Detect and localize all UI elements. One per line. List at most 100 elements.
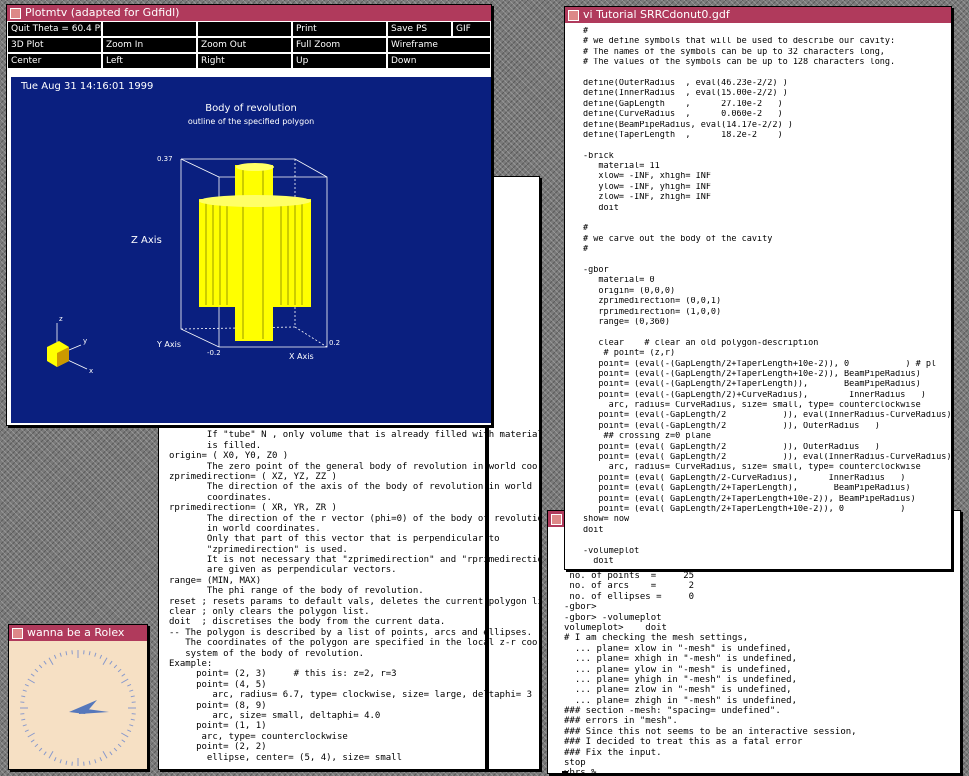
vi-line: point= (eval(-GapLength/2 )), eval(Inner… bbox=[583, 411, 951, 421]
clock-tick bbox=[22, 689, 27, 692]
quit-button[interactable]: Quit Theta = 60.4 Phi = 77.4 bbox=[7, 21, 102, 37]
center-button[interactable]: Center bbox=[7, 53, 102, 69]
help-line: "zprimedirection" is used. bbox=[169, 544, 348, 555]
vi-line bbox=[583, 141, 951, 151]
save-ps-button[interactable]: Save PS bbox=[387, 21, 452, 37]
clock-tick bbox=[27, 732, 35, 738]
help-line: doit ; discretises the body from the cur… bbox=[169, 617, 446, 628]
clock-tick bbox=[30, 739, 35, 743]
z-axis-label: Z Axis bbox=[131, 235, 162, 246]
clock-tick bbox=[43, 751, 47, 756]
left-button[interactable]: Left bbox=[102, 53, 197, 69]
clock-tick bbox=[88, 651, 91, 656]
clock-tick bbox=[48, 751, 54, 759]
right-terminal-titlebar[interactable] bbox=[548, 511, 564, 527]
help-line: range= (MIN, MAX) bbox=[169, 575, 262, 586]
clock-tick bbox=[121, 673, 126, 677]
clock-tick bbox=[30, 673, 35, 677]
vi-line: point= (eval( GapLength/2 )), eval(Inner… bbox=[583, 453, 951, 463]
clock-tick bbox=[102, 657, 108, 665]
vi-line: # The values of the symbols can be up to… bbox=[583, 58, 896, 68]
wireframe-button[interactable]: Wireframe bbox=[387, 37, 491, 53]
clock-tick bbox=[24, 729, 29, 733]
vi-line: define(OuterRadius , eval(46.23e-2/2) ) bbox=[583, 78, 788, 88]
clock-tick bbox=[34, 668, 39, 673]
down-button[interactable]: Down bbox=[387, 53, 491, 69]
vi-line: clear # clear an old polygon-description bbox=[583, 338, 819, 348]
vi-line: # The names of the symbols can be up to … bbox=[583, 47, 885, 57]
plotmtv-window: Plotmtv (adapted for Gdfidl) Quit Theta … bbox=[6, 4, 492, 426]
help-line: zprimedirection= ( XZ, YZ, ZZ ) bbox=[169, 471, 337, 482]
vi-line bbox=[583, 69, 951, 79]
help-line: system of the body of revolution. bbox=[169, 648, 365, 659]
up-button[interactable]: Up bbox=[292, 53, 387, 69]
vi-line: point= (eval(-GapLength/2 )), OuterRadiu… bbox=[583, 421, 880, 431]
close-icon[interactable] bbox=[551, 513, 562, 525]
help-terminal-text: NAME(s) If "tube" N , only volume that i… bbox=[165, 418, 539, 769]
vi-line: point= (eval( GapLength/2+TaperLength+10… bbox=[583, 494, 916, 504]
right-button[interactable]: Right bbox=[197, 53, 292, 69]
toolbar-row-3: Center Left Right Up Down bbox=[7, 53, 491, 69]
axis-triad: z y x bbox=[47, 315, 93, 375]
terminal-line: -gbor> -volumeplot bbox=[564, 612, 662, 623]
help-line: point= (2, 3) # this is: z=2, r=3 bbox=[169, 669, 397, 680]
clock-tick bbox=[102, 751, 108, 759]
zoom-out-button[interactable]: Zoom Out bbox=[197, 37, 292, 53]
triad-y: y bbox=[83, 337, 87, 345]
clock-tick bbox=[121, 739, 126, 743]
plot-svg: Z Axis Y Axis X Axis 0.37 -0.2 0.2 z y x bbox=[47, 155, 340, 375]
help-line: -- The polygon is described by a list of… bbox=[169, 627, 533, 638]
help-line: The direction of the axis of the body of… bbox=[169, 482, 533, 493]
text-cursor bbox=[562, 771, 568, 773]
close-icon[interactable] bbox=[10, 7, 21, 19]
triad-z: z bbox=[59, 315, 63, 323]
vi-line: arc, radius= CurveRadius, size= small, t… bbox=[583, 463, 921, 473]
x-tick: 0.2 bbox=[329, 339, 340, 347]
help-line: are given as perpendicular vectors. bbox=[169, 565, 397, 576]
terminal-line: ... plane= xlow in "-mesh" is undefined, bbox=[564, 643, 792, 654]
clock-tick bbox=[27, 678, 35, 684]
vi-line: point= (eval( GapLength/2 )), OuterRadiu… bbox=[583, 442, 880, 452]
help-line: arc, radius= 6.7, type= clockwise, size=… bbox=[169, 690, 533, 701]
clock-tick bbox=[34, 743, 39, 748]
full-zoom-button[interactable]: Full Zoom bbox=[292, 37, 387, 53]
vi-line: point= (eval(-(GapLength/2+TaperLength+1… bbox=[583, 359, 937, 369]
vi-line: ~ bbox=[583, 567, 951, 569]
clock-tick bbox=[129, 689, 134, 692]
vi-line: define(InnerRadius , eval(15.00e-2/2) ) bbox=[583, 89, 788, 99]
vi-line: point= (eval(-(GapLength/2)+CurveRadius)… bbox=[583, 390, 926, 400]
vi-line: ylow= -INF, yhigh= INF bbox=[583, 182, 711, 192]
vi-buffer[interactable]: # # we define symbols that will be used t… bbox=[579, 25, 951, 569]
plotmtv-titlebar[interactable]: Plotmtv (adapted for Gdfidl) bbox=[7, 5, 491, 21]
vi-line: material= 11 bbox=[583, 162, 660, 172]
terminal-line: ### Since this not seems to be an intera… bbox=[564, 726, 857, 737]
clock-tick bbox=[22, 724, 27, 727]
terminal-line: # I am checking the mesh settings, bbox=[564, 633, 749, 644]
plotmtv-title: Plotmtv (adapted for Gdfidl) bbox=[25, 6, 180, 19]
help-line: point= (2, 2) bbox=[169, 742, 267, 753]
print-button[interactable]: Print bbox=[292, 21, 387, 37]
clock-tick bbox=[88, 760, 91, 765]
zoom-in-button[interactable]: Zoom In bbox=[102, 37, 197, 53]
clock-tick bbox=[127, 729, 132, 733]
plot-canvas[interactable]: Tue Aug 31 14:16:01 1999 Body of revolut… bbox=[11, 77, 491, 423]
vi-line bbox=[583, 328, 951, 338]
close-icon[interactable] bbox=[568, 9, 579, 21]
clock-tick bbox=[113, 664, 118, 669]
clock-tick bbox=[53, 757, 57, 762]
vi-line: # bbox=[583, 27, 589, 36]
vi-line: point= (eval( GapLength/2+TaperLength+10… bbox=[583, 504, 906, 514]
help-line: The direction of the r vector (phi=0) of… bbox=[169, 513, 539, 524]
gif-button[interactable]: GIF bbox=[452, 21, 491, 37]
x-axis-label: X Axis bbox=[289, 352, 314, 361]
toolbar-row-1: Quit Theta = 60.4 Phi = 77.4 Print Save … bbox=[7, 21, 491, 37]
help-line: The coordinates of the polygon are speci… bbox=[169, 638, 539, 649]
clock-tick bbox=[117, 668, 122, 673]
vi-line: range= (0,360) bbox=[583, 317, 670, 327]
clock-titlebar[interactable]: wanna be a Rolex bbox=[9, 625, 147, 641]
clock-tick bbox=[109, 660, 113, 665]
3d-plot-button[interactable]: 3D Plot bbox=[7, 37, 102, 53]
help-line: origin= ( X0, Y0, Z0 ) bbox=[169, 451, 289, 462]
vi-titlebar[interactable]: vi Tutorial SRRCdonut0.gdf bbox=[565, 7, 951, 23]
close-icon[interactable] bbox=[12, 627, 23, 639]
